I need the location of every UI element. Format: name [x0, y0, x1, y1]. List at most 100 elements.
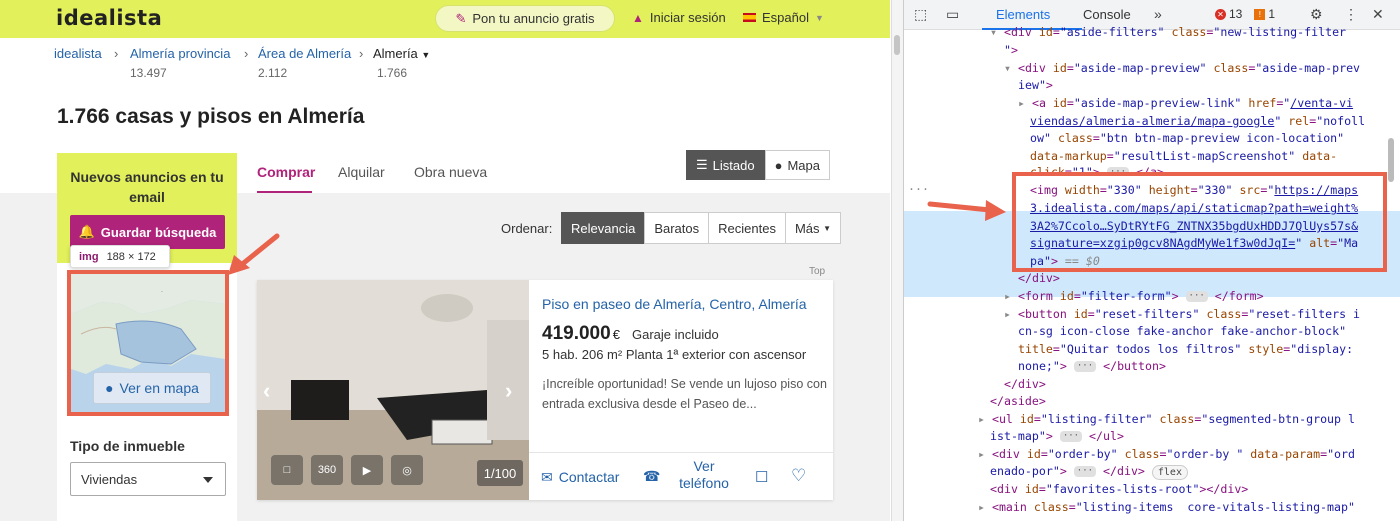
inspect-element-icon[interactable]: ⬚ [914, 6, 927, 23]
dom-line[interactable]: ▸ <a id="aside-map-preview-link" href="/… [1018, 95, 1353, 113]
listing-photo[interactable]: ‹ › □ 360 ▶ ◎ 1/100 [257, 280, 529, 500]
tab-console[interactable]: Console [1083, 7, 1131, 22]
order-more-label: Más [794, 220, 820, 236]
view-on-map-button[interactable]: ● Ver en mapa [93, 372, 211, 404]
elements-tree: ▾ <div id="aside-filters" class="new-lis… [904, 25, 1400, 521]
language-selector[interactable]: Español ▼ [743, 10, 824, 25]
favorite-heart-icon[interactable]: ♡ [791, 466, 806, 486]
listing-actions: ✉ Contactar ☎ Ver teléfono ☐ ♡ [529, 452, 833, 500]
contact-button[interactable]: ✉ Contactar [541, 469, 619, 486]
dom-line[interactable]: ▾ <div id="aside-filters" class="new-lis… [990, 24, 1346, 42]
dom-line[interactable]: ▾ <div id="aside-map-preview" class="asi… [1004, 60, 1360, 78]
dom-line: <div id="favorites-lists-root"></div> [990, 482, 1249, 496]
tooltip-tag: img [79, 250, 99, 263]
dom-line: ist-map"> ··· </ul> [990, 429, 1124, 443]
breadcrumb-current-label: Almería [373, 46, 418, 61]
more-options-icon[interactable]: ⋮ [1344, 6, 1358, 23]
breadcrumb-item[interactable]: Área de Almería [258, 46, 351, 61]
chevron-down-icon: ▼ [814, 12, 824, 23]
listing-title[interactable]: Piso en paseo de Almería, Centro, Almerí… [542, 296, 807, 312]
property-type-label: Tipo de inmueble [70, 438, 185, 454]
garage-info: Garaje incluido [632, 327, 719, 342]
user-icon: ▲ [632, 10, 644, 25]
video-icon[interactable]: ▶ [351, 455, 383, 485]
dom-line[interactable]: ▸ <form id="filter-form"> ··· </form> [1004, 288, 1264, 306]
device-toolbar-icon[interactable]: ▭ [946, 6, 959, 23]
location-pin-icon: ● [105, 380, 114, 396]
save-search-button[interactable]: 🔔 Guardar búsqueda [70, 215, 225, 249]
devtools-scrollbar-thumb[interactable] [1388, 138, 1394, 182]
dom-line: </div> [1018, 271, 1060, 285]
contact-label: Contactar [558, 469, 620, 485]
more-tabs-icon[interactable]: » [1154, 6, 1162, 22]
dom-line: "> [1004, 43, 1018, 57]
chat-icon: ✉ [541, 469, 553, 485]
dom-line: enado-por"> ··· </div> flex [990, 463, 1188, 481]
location-icon[interactable]: ◎ [391, 455, 423, 485]
list-view-button[interactable]: ☰ Listado [686, 150, 765, 180]
order-more-button[interactable]: Más ▼ [784, 212, 842, 244]
bell-icon: 🔔 [78, 224, 95, 239]
screenshot-root: idealista ✎ Pon tu anuncio gratis ▲ Inic… [0, 0, 1400, 521]
list-view-label: Listado [712, 157, 755, 173]
listing-details: 5 hab. 206 m² Planta 1ª exterior con asc… [542, 347, 807, 362]
login-link[interactable]: ▲ Iniciar sesión [632, 10, 726, 25]
listing-price: 419.000 € [542, 323, 620, 345]
previous-photo-icon[interactable]: ‹ [263, 378, 270, 404]
photo-counter: 1/100 [477, 460, 523, 486]
caret-down-icon [203, 477, 213, 483]
page-scrollbar[interactable] [891, 0, 903, 521]
idealista-page: idealista ✎ Pon tu anuncio gratis ▲ Inic… [0, 0, 890, 521]
site-header: idealista ✎ Pon tu anuncio gratis ▲ Inic… [0, 0, 890, 38]
tab-comprar[interactable]: Comprar [257, 164, 315, 180]
language-label: Español [762, 10, 809, 25]
order-cheap-button[interactable]: Baratos [644, 212, 710, 244]
dom-line: ow" class="btn btn-map-preview icon-loca… [1030, 131, 1345, 145]
location-pin-icon: ● [774, 157, 783, 173]
dom-line: </aside> [990, 394, 1046, 408]
dom-node-ellipsis[interactable]: ··· [908, 181, 929, 199]
plan-icon[interactable]: □ [271, 455, 303, 485]
phone-icon[interactable]: ☎ [643, 468, 660, 485]
gear-icon[interactable]: ⚙ [1310, 6, 1323, 23]
svg-text:·: · [161, 289, 163, 296]
trash-icon[interactable]: ☐ [755, 468, 768, 486]
publish-ad-button[interactable]: ✎ Pon tu anuncio gratis [435, 5, 615, 32]
warning-icon: ! [1254, 8, 1266, 20]
tab-obra-nueva[interactable]: Obra nueva [414, 164, 487, 180]
dom-line[interactable]: ▸ <div id="order-by" class="order-by " d… [978, 446, 1355, 464]
active-tab-indicator [257, 191, 312, 193]
map-preview[interactable]: · ● Ver en mapa [67, 270, 229, 416]
breadcrumb-current[interactable]: Almería ▼ [373, 46, 430, 61]
breadcrumb-count: 13.497 [130, 66, 167, 80]
price-value: 419.000 [542, 323, 611, 344]
property-type-select[interactable]: Viviendas [70, 462, 226, 496]
listing-description: ¡Increíble oportunidad! Se vende un lujo… [542, 377, 827, 411]
tooltip-size: 188 × 172 [106, 250, 156, 263]
listing-card[interactable]: ‹ › □ 360 ▶ ◎ 1/100 Piso en paseo de Alm… [257, 280, 833, 500]
dom-line: iew"> [1018, 78, 1053, 92]
breadcrumb-item[interactable]: Almería provincia [130, 46, 230, 61]
next-photo-icon[interactable]: › [505, 378, 512, 404]
tab-elements[interactable]: Elements [996, 7, 1050, 22]
site-logo[interactable]: idealista [56, 6, 162, 30]
breadcrumb-count: 2.112 [258, 66, 288, 80]
issues-counter[interactable]: ✕ 13 ! 1 [1215, 7, 1275, 21]
dom-line[interactable]: ▸ <main class="listing-items core-vitals… [978, 499, 1355, 517]
close-icon[interactable]: ✕ [1372, 6, 1384, 23]
view-360-icon[interactable]: 360 [311, 455, 343, 485]
dom-line[interactable]: ▸ <ul id="listing-filter" class="segment… [978, 411, 1355, 429]
breadcrumb-item[interactable]: idealista [54, 46, 102, 61]
tab-alquilar[interactable]: Alquilar [338, 164, 385, 180]
caret-down-icon: ▼ [421, 50, 431, 60]
order-relevance-button[interactable]: Relevancia [561, 212, 646, 244]
dom-line[interactable]: ▸ <button id="reset-filters" class="rese… [1004, 306, 1360, 324]
order-recent-button[interactable]: Recientes [708, 212, 786, 244]
dom-line: none;"> ··· </button> [1018, 359, 1166, 373]
order-label: Ordenar: [501, 221, 553, 236]
page-scrollbar-thumb[interactable] [894, 35, 900, 55]
view-phone-button[interactable]: Ver teléfono [669, 458, 739, 492]
error-count: 13 [1229, 7, 1243, 21]
map-view-button[interactable]: ● Mapa [764, 150, 830, 180]
dom-line: viendas/almeria-almeria/mapa-google" rel… [1030, 114, 1366, 128]
